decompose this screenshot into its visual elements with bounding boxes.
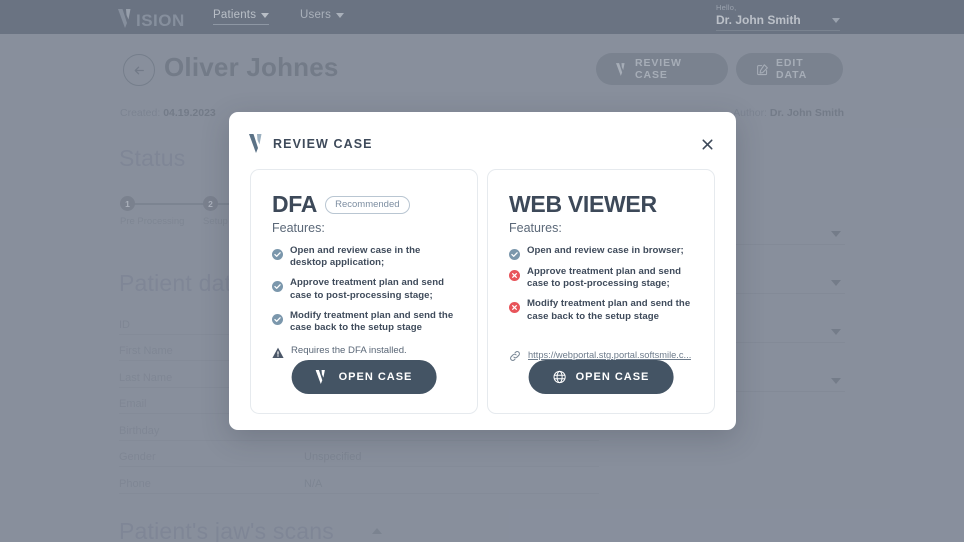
close-icon[interactable] <box>696 133 718 155</box>
feature-text: Open and review case in the desktop appl… <box>290 245 421 269</box>
x-circle-icon <box>509 300 520 314</box>
feature-item: Approve treatment plan and send case to … <box>272 277 458 301</box>
dfa-requirement-text: Requires the DFA installed. <box>291 345 407 357</box>
feature-text: Open and review case in browser; <box>527 245 684 256</box>
vision-v-logo-icon <box>249 134 266 153</box>
review-case-modal: REVIEW CASE DFA Recommended Features: Op… <box>229 112 736 430</box>
feature-text: Modify treatment plan and send the case … <box>290 309 454 334</box>
feature-text: Approve treatment plan and send case to … <box>290 277 445 301</box>
viewer-card-web-viewer: WEB VIEWER Features: Open and review cas… <box>487 169 715 414</box>
open-case-button-web-viewer[interactable]: OPEN CASE <box>528 360 674 394</box>
check-circle-icon <box>272 247 283 260</box>
modal-title: REVIEW CASE <box>273 137 373 151</box>
open-case-button-dfa-label: OPEN CASE <box>338 371 413 383</box>
warning-triangle-icon <box>272 346 284 359</box>
recommended-badge: Recommended <box>325 195 410 214</box>
open-case-button-dfa[interactable]: OPEN CASE <box>291 360 437 394</box>
check-circle-icon <box>272 279 283 293</box>
app-root: ISION Patients Users Hello, Dr. John Smi… <box>0 0 964 542</box>
feature-item: Open and review case in browser; <box>509 245 695 260</box>
feature-item: Modify treatment plan and send the case … <box>509 298 695 322</box>
open-case-button-web-viewer-label: OPEN CASE <box>575 371 650 383</box>
web-viewer-link-row[interactable]: https://webportal.stg.portal.softsmile.c… <box>509 349 695 361</box>
viewer-card-web-viewer-features-label: Features: <box>509 221 562 235</box>
viewer-card-dfa-name: DFA <box>272 191 318 217</box>
viewer-card-dfa-header: DFA Recommended <box>272 191 458 218</box>
feature-text: Modify treatment plan and send the case … <box>527 298 691 322</box>
web-viewer-link-text[interactable]: https://webportal.stg.portal.softsmile.c… <box>528 350 691 360</box>
link-chain-icon <box>509 349 521 361</box>
feature-item: Modify treatment plan and send the case … <box>272 310 458 334</box>
viewer-card-web-viewer-header: WEB VIEWER <box>509 191 695 218</box>
check-circle-icon <box>272 312 283 325</box>
feature-item: Approve treatment plan and send case to … <box>509 266 695 290</box>
viewer-card-dfa-feature-list: Open and review case in the desktop appl… <box>272 245 458 334</box>
check-circle-icon <box>509 247 520 260</box>
viewer-option-cards: DFA Recommended Features: Open and revie… <box>250 169 715 414</box>
viewer-card-web-viewer-name: WEB VIEWER <box>509 191 657 217</box>
viewer-card-web-viewer-feature-list: Open and review case in browser; Approve… <box>509 245 695 323</box>
viewer-card-dfa-features-label: Features: <box>272 221 325 235</box>
vision-v-logo-icon <box>315 369 330 385</box>
modal-header: REVIEW CASE <box>229 112 736 174</box>
feature-text: Approve treatment plan and send case to … <box>527 266 682 290</box>
x-circle-icon <box>509 268 520 281</box>
viewer-card-dfa: DFA Recommended Features: Open and revie… <box>250 169 478 414</box>
feature-item: Open and review case in the desktop appl… <box>272 245 458 269</box>
globe-icon <box>553 370 567 385</box>
dfa-requirement-note: Requires the DFA installed. <box>272 345 458 359</box>
